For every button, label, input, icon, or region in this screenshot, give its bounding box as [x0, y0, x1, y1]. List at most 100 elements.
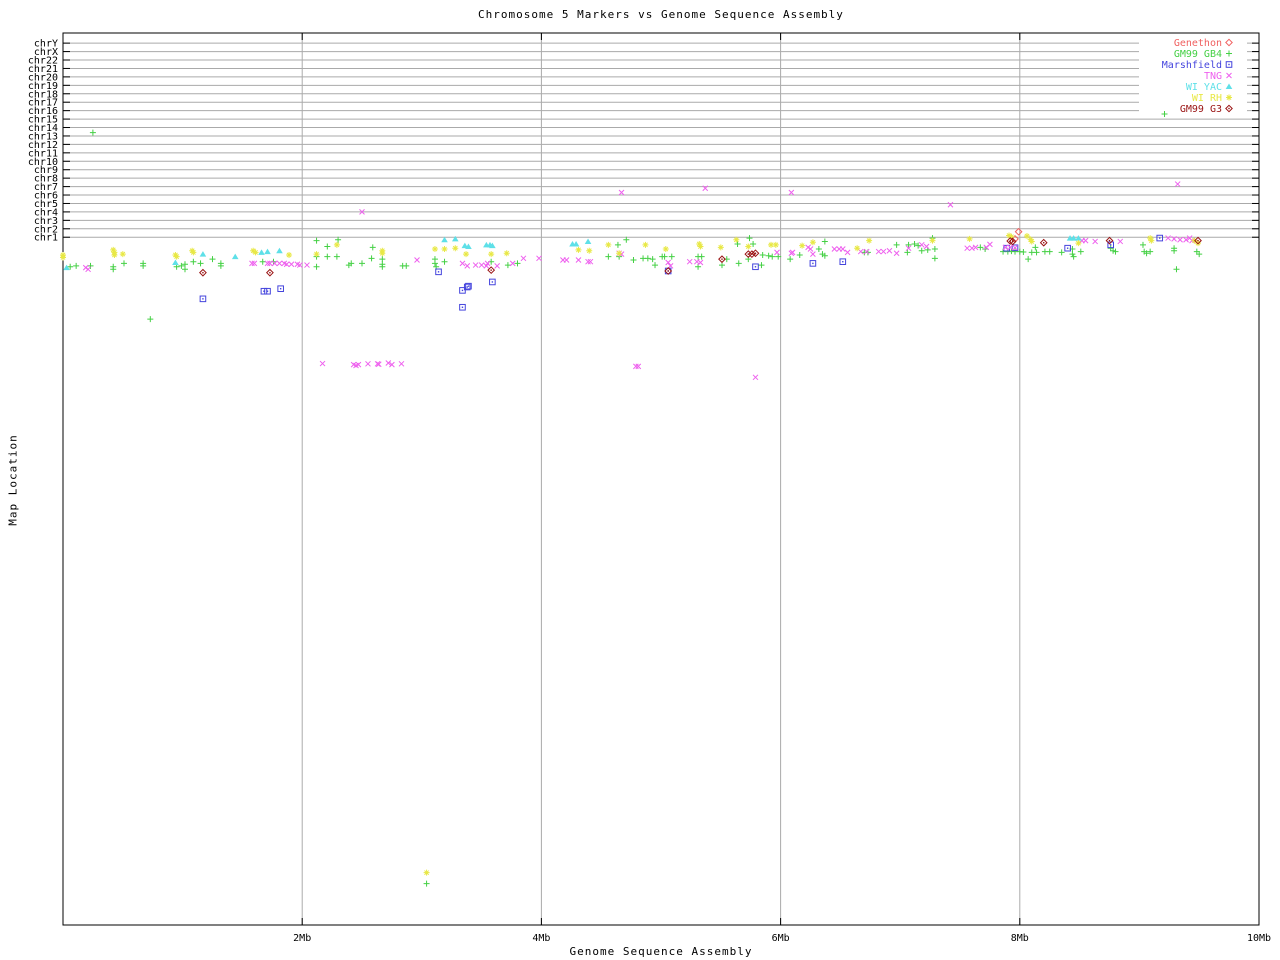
- data-point: [431, 260, 438, 267]
- data-point: [754, 266, 757, 268]
- data-point: [644, 255, 651, 262]
- data-point: [286, 251, 293, 258]
- data-point: [463, 251, 470, 258]
- data-point: [478, 262, 485, 268]
- data-point: [266, 290, 269, 292]
- data-point: [199, 251, 207, 257]
- data-point: [264, 248, 271, 255]
- data-point: [966, 235, 973, 242]
- data-point: [414, 257, 420, 263]
- data-point: [503, 250, 510, 257]
- data-point: [1020, 248, 1027, 255]
- data-point: [276, 247, 283, 254]
- data-point: [120, 260, 127, 267]
- data-point: [1117, 238, 1124, 245]
- data-point: [904, 249, 911, 256]
- data-point: [987, 241, 993, 248]
- data-point: [1092, 238, 1099, 245]
- data-point: [1075, 235, 1082, 241]
- data-point: [231, 253, 239, 260]
- data-point: [520, 255, 527, 262]
- data-point: [258, 249, 265, 255]
- data-point: [466, 286, 468, 288]
- data-point: [319, 360, 326, 367]
- data-point: [697, 259, 704, 266]
- data-point: [190, 258, 197, 265]
- data-point: [1033, 249, 1040, 256]
- data-point: [431, 246, 438, 253]
- data-point: [765, 252, 772, 259]
- data-point: [686, 258, 693, 265]
- data-point: [642, 241, 649, 248]
- data-point: [752, 374, 759, 381]
- legend-label: Marshfield: [1162, 60, 1222, 71]
- data-point: [842, 260, 844, 263]
- data-point: [694, 258, 700, 265]
- data-point: [365, 360, 371, 367]
- plot-border: [62, 32, 1260, 926]
- data-point: [359, 260, 365, 267]
- legend-label: TNG: [1204, 71, 1222, 82]
- x-tick-label: 2Mb: [293, 933, 311, 944]
- data-point: [758, 262, 765, 269]
- data-point: [461, 289, 464, 292]
- data-point: [509, 260, 516, 267]
- legend-label: WI RH: [1192, 93, 1222, 104]
- legend-label: GM99 GB4: [1174, 49, 1222, 60]
- data-point: [652, 262, 659, 269]
- data-point: [333, 253, 340, 260]
- data-point: [575, 257, 582, 263]
- data-point: [491, 281, 494, 283]
- data-point: [467, 285, 470, 287]
- data-point: [288, 261, 295, 268]
- data-point: [202, 298, 204, 300]
- data-point: [1173, 266, 1180, 273]
- data-point: [698, 253, 705, 260]
- data-point: [875, 248, 882, 255]
- data-point: [1032, 244, 1039, 251]
- data-point: [809, 239, 816, 246]
- data-point: [759, 251, 766, 258]
- data-point: [1177, 236, 1183, 243]
- data-point: [721, 258, 723, 260]
- data-point: [379, 250, 386, 257]
- data-point: [369, 244, 376, 251]
- data-point: [854, 245, 861, 252]
- data-point: [1043, 242, 1045, 244]
- data-point: [1139, 241, 1146, 248]
- data-point: [504, 262, 511, 269]
- data-point: [668, 253, 675, 260]
- legend-label: WI YAC: [1186, 82, 1222, 93]
- data-point: [1011, 240, 1014, 243]
- data-point: [821, 238, 828, 245]
- data-point: [649, 256, 656, 263]
- legend-label: Genethon: [1174, 38, 1222, 49]
- data-point: [1108, 239, 1111, 242]
- data-point: [774, 249, 780, 256]
- data-point: [880, 248, 887, 255]
- legend-marker: [1228, 63, 1230, 66]
- data-point: [279, 288, 282, 290]
- data-point: [697, 243, 704, 250]
- data-point: [969, 245, 975, 252]
- data-point: [863, 248, 870, 255]
- data-point: [1058, 249, 1065, 256]
- data-point: [605, 241, 612, 248]
- data-point: [452, 245, 459, 252]
- data-point: [772, 241, 779, 248]
- data-point: [575, 246, 582, 253]
- data-point: [111, 251, 118, 258]
- data-point: [1077, 248, 1084, 255]
- data-point: [423, 880, 430, 887]
- x-tick-label: 10Mb: [1247, 933, 1271, 944]
- data-point: [1165, 235, 1171, 241]
- data-point: [147, 316, 154, 323]
- x-tick-label: 8Mb: [1011, 933, 1029, 944]
- data-point: [964, 245, 971, 252]
- data-point: [464, 263, 471, 269]
- data-point: [423, 869, 430, 876]
- data-point: [368, 255, 375, 262]
- data-point: [787, 256, 794, 263]
- data-point: [1075, 240, 1082, 247]
- data-point: [717, 244, 724, 251]
